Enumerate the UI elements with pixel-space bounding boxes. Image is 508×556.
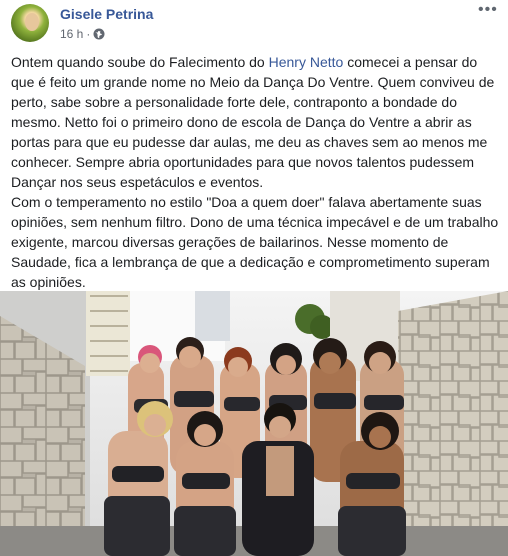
group-photo-image (0, 291, 508, 556)
more-options-icon[interactable]: ••• (478, 2, 500, 20)
globe-icon[interactable] (93, 28, 105, 40)
author-name[interactable]: Gisele Petrina (60, 6, 153, 22)
timestamp[interactable]: 16 h (60, 27, 83, 41)
mention-link[interactable]: Henry Netto (269, 54, 344, 70)
post-photo[interactable] (0, 291, 508, 556)
paragraph-1-text-end: comecei a pensar do que é feito um grand… (11, 54, 495, 190)
post-meta: 16 h · (60, 27, 105, 41)
avatar[interactable] (11, 4, 49, 42)
post-body: Ontem quando soube do Falecimento do Hen… (11, 52, 501, 292)
paragraph-1-text-start: Ontem quando soube do Falecimento do (11, 54, 269, 70)
post-header: Gisele Petrina 16 h · ••• (0, 0, 508, 46)
post-paragraph-1: Ontem quando soube do Falecimento do Hen… (11, 52, 501, 192)
separator: · (86, 27, 91, 41)
post-paragraph-2: Com o temperamento no estilo "Doa a quem… (11, 194, 499, 290)
